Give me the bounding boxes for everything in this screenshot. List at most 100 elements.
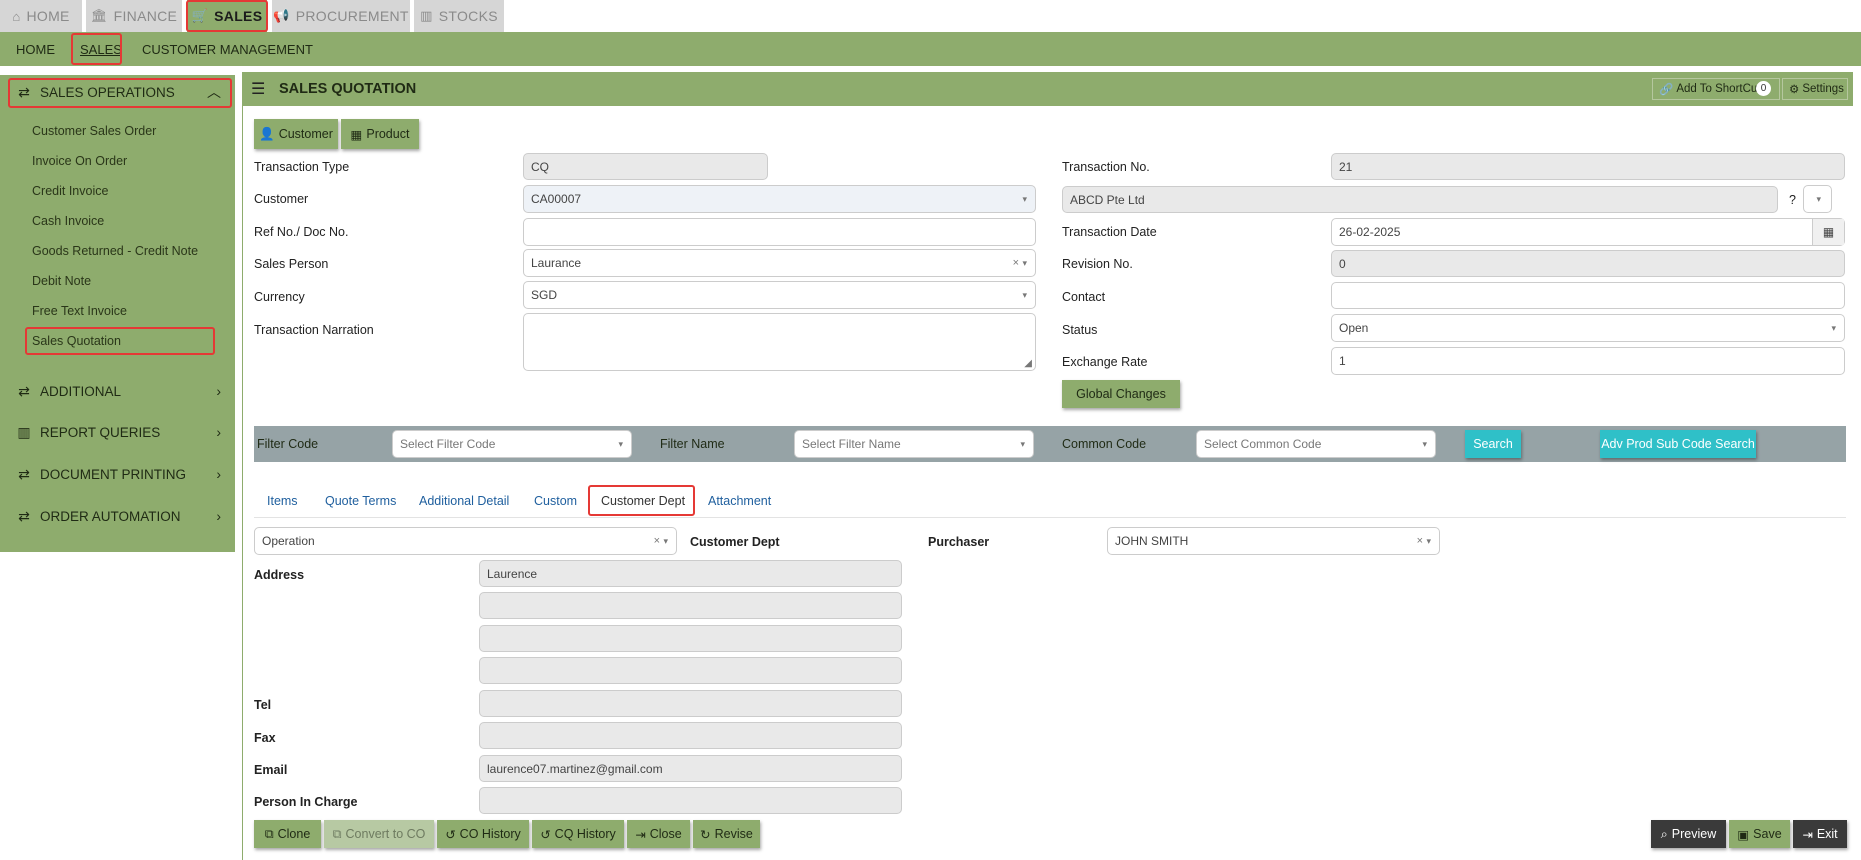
revise-button[interactable]: ↻ Revise <box>693 820 760 848</box>
tab-attachment[interactable]: Attachment <box>708 490 771 512</box>
filter-bar: Filter Code Select Filter Code ▾ Filter N… <box>254 426 1846 462</box>
sidebar-head-label: SALES OPERATIONS <box>40 84 175 100</box>
transaction-date-input[interactable]: 26-02-2025 ▦ <box>1331 218 1845 246</box>
field-value: 0 <box>1339 256 1346 271</box>
sub-navigation: HOME SALES CUSTOMER MANAGEMENT <box>0 32 1861 66</box>
field-value: Laurance <box>531 256 582 270</box>
tabs-divider <box>254 517 1846 518</box>
sidebar-document-printing[interactable]: ⇄ DOCUMENT PRINTING › <box>8 459 231 489</box>
button-label: Close <box>649 827 682 841</box>
transaction-no-field: 21 <box>1331 153 1845 180</box>
ref-no-input[interactable] <box>523 218 1036 246</box>
field-value: 1 <box>1339 354 1346 368</box>
address-line-3 <box>479 625 902 652</box>
tab-quote-terms[interactable]: Quote Terms <box>325 490 396 512</box>
purchaser-select[interactable]: JOHN SMITH × ▾ <box>1107 527 1440 555</box>
sidebar-additional[interactable]: ⇄ ADDITIONAL › <box>8 376 231 406</box>
tab-label: PROCUREMENT <box>295 8 409 24</box>
customer-lookup-button[interactable]: 👤 Customer <box>254 119 338 149</box>
settings-button[interactable]: ⚙ Settings <box>1782 78 1848 100</box>
person-in-charge-label: Person In Charge <box>254 795 358 809</box>
cq-history-button[interactable]: ↺ CQ History <box>532 820 624 848</box>
subnav-customer-management[interactable]: CUSTOMER MANAGEMENT <box>142 32 313 66</box>
sidebar-item-sales-quotation[interactable]: Sales Quotation <box>32 330 121 352</box>
sidebar-item-invoice-on-order[interactable]: Invoice On Order <box>32 150 127 172</box>
cart-icon: 🛒 <box>191 8 209 23</box>
narration-label: Transaction Narration <box>254 323 374 337</box>
tab-customer-dept[interactable]: Customer Dept <box>601 490 685 512</box>
customer-code-select[interactable]: CA00007 ▾ <box>523 185 1036 213</box>
subnav-sales[interactable]: SALES <box>80 32 122 66</box>
contact-input[interactable] <box>1331 282 1845 309</box>
adv-prod-sub-code-search-button[interactable]: Adv Prod Sub Code Search <box>1600 430 1756 458</box>
sidebar-sales-operations[interactable]: ⇄ SALES OPERATIONS ︿ <box>8 77 231 107</box>
sidebar-report-queries[interactable]: ▥ REPORT QUERIES › <box>8 417 231 447</box>
clear-icon[interactable]: × <box>1417 535 1423 547</box>
exchange-rate-input[interactable]: 1 <box>1331 347 1845 375</box>
exit-button[interactable]: ⇥ Exit <box>1793 820 1847 848</box>
calendar-icon[interactable]: ▦ <box>1812 219 1844 245</box>
sidebar-item-goods-returned[interactable]: Goods Returned - Credit Note <box>32 240 198 262</box>
tab-home[interactable]: ⌂ HOME <box>0 0 82 32</box>
search-button[interactable]: Search <box>1465 430 1521 458</box>
sidebar-item-cash-invoice[interactable]: Cash Invoice <box>32 210 104 232</box>
address-line-1: Laurence <box>479 560 902 587</box>
exchange-icon: ⇄ <box>18 507 30 524</box>
transaction-type-field: CQ <box>523 153 768 180</box>
subnav-home[interactable]: HOME <box>16 32 55 66</box>
help-mark: ? <box>1789 193 1796 207</box>
preview-button[interactable]: ⌕ Preview <box>1651 820 1726 848</box>
narration-textarea[interactable]: ◢ <box>523 313 1036 371</box>
currency-label: Currency <box>254 290 305 304</box>
field-value: Open <box>1339 321 1369 335</box>
button-label: Convert to CO <box>345 827 426 841</box>
field-value: CQ <box>531 159 549 174</box>
tab-custom[interactable]: Custom <box>534 490 577 512</box>
customer-options-dropdown[interactable]: ▾ <box>1803 185 1832 213</box>
product-lookup-button[interactable]: ▦ Product <box>341 119 419 149</box>
sidebar-item-customer-sales-order[interactable]: Customer Sales Order <box>32 120 156 142</box>
tab-items[interactable]: Items <box>267 490 298 512</box>
hamburger-icon[interactable]: ☰ <box>251 79 265 99</box>
tab-finance[interactable]: 🏛 FINANCE <box>86 0 182 32</box>
currency-select[interactable]: SGD ▾ <box>523 281 1036 309</box>
save-button[interactable]: ▣ Save <box>1729 820 1790 848</box>
tab-label: STOCKS <box>438 8 498 24</box>
home-icon: ⌂ <box>12 8 21 24</box>
link-icon: 🔗 <box>1659 84 1674 96</box>
clear-icon[interactable]: × <box>1013 257 1019 269</box>
field-value: CA00007 <box>531 192 582 206</box>
tab-additional-detail[interactable]: Additional Detail <box>419 490 509 512</box>
sidebar-head-label: DOCUMENT PRINTING <box>40 466 187 482</box>
filter-name-select[interactable]: Select Filter Name ▾ <box>794 430 1034 458</box>
button-label: Customer <box>278 127 333 141</box>
bar-chart-icon: ▥ <box>17 423 31 440</box>
filter-code-select[interactable]: Select Filter Code ▾ <box>392 430 632 458</box>
global-changes-button[interactable]: Global Changes <box>1062 380 1180 408</box>
operation-select[interactable]: Operation × ▾ <box>254 527 677 555</box>
clone-button[interactable]: ⧉ Clone <box>254 820 321 848</box>
clear-icon[interactable]: × <box>654 535 660 547</box>
tel-label: Tel <box>254 698 272 712</box>
sidebar-item-free-text-invoice[interactable]: Free Text Invoice <box>32 300 127 322</box>
close-button[interactable]: ⇥ Close <box>627 820 690 848</box>
chevron-right-icon: › <box>216 424 221 440</box>
resize-handle-icon[interactable]: ◢ <box>1024 358 1032 369</box>
tab-sales[interactable]: 🛒 SALES <box>187 0 267 32</box>
sidebar-item-credit-invoice[interactable]: Credit Invoice <box>32 180 108 202</box>
tab-stocks[interactable]: ▥ STOCKS <box>414 0 504 32</box>
co-history-button[interactable]: ↺ CO History <box>437 820 529 848</box>
sales-person-select[interactable]: Laurance × ▾ <box>523 249 1036 277</box>
button-label: CO History <box>459 827 521 841</box>
sidebar-order-automation[interactable]: ⇄ ORDER AUTOMATION › <box>8 501 231 531</box>
field-value: SGD <box>531 288 558 302</box>
convert-to-co-button[interactable]: ⧉ Convert to CO <box>324 820 434 848</box>
field-value: Laurence <box>487 566 538 581</box>
sidebar-item-debit-note[interactable]: Debit Note <box>32 270 91 292</box>
field-value: laurence07.martinez@gmail.com <box>487 761 663 776</box>
tab-procurement[interactable]: 📢 PROCUREMENT <box>272 0 410 32</box>
add-to-shortcut-button[interactable]: 🔗 Add To ShortCut 0 <box>1652 78 1780 100</box>
customer-dept-label: Customer Dept <box>690 535 780 549</box>
status-select[interactable]: Open ▾ <box>1331 314 1845 342</box>
common-code-select[interactable]: Select Common Code ▾ <box>1196 430 1436 458</box>
